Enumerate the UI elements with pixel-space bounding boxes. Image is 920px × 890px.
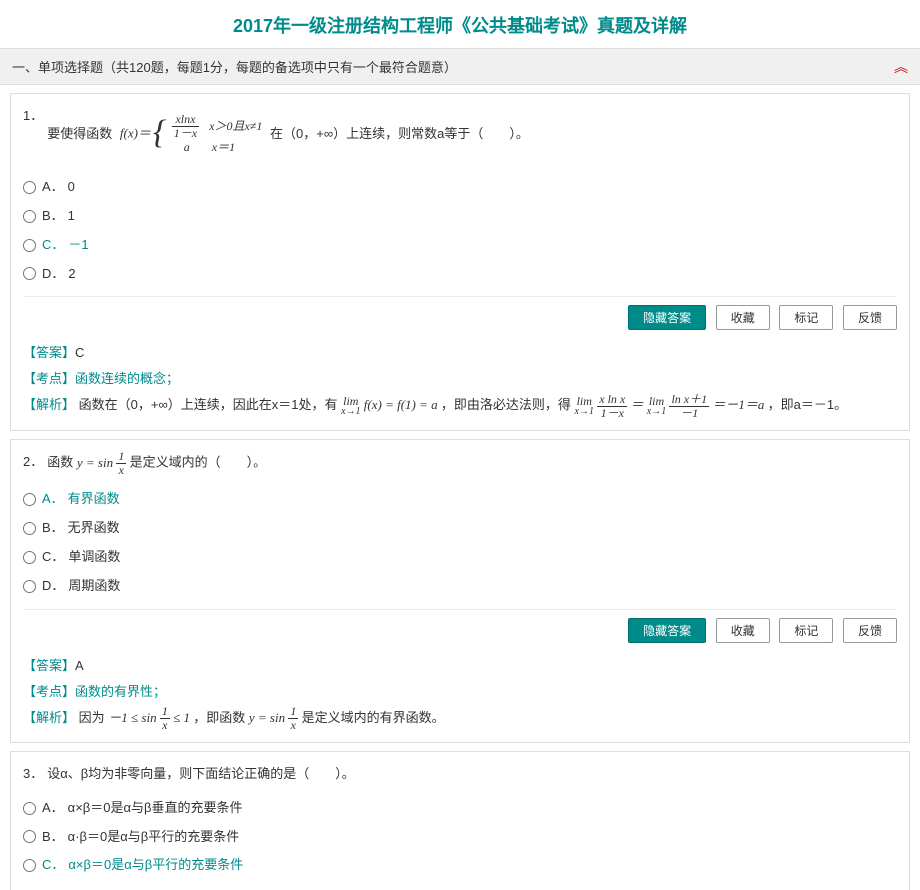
q1-optA-label: A． (42, 177, 64, 198)
q3-option-c[interactable]: C． α×β＝0是α与β平行的充要条件 (23, 851, 897, 880)
q2-option-b[interactable]: B． 无界函数 (23, 514, 897, 543)
q3-optA-text: α×β＝0是α与β垂直的充要条件 (68, 798, 243, 819)
q1-number: 1． (23, 104, 43, 127)
q1-radio-d[interactable] (23, 267, 36, 280)
q2-optA-text: 有界函数 (68, 489, 120, 510)
q2-optC-text: 单调函数 (68, 547, 120, 568)
q3-optA-label: A． (42, 798, 64, 819)
q2-stem: 2． 函数 y = sin 1x 是定义域内的（ ）。 (23, 450, 897, 477)
q1-answer-value: C (75, 345, 84, 360)
q3-radio-c[interactable] (23, 859, 36, 872)
q1-analysis-3: ，即a＝－1。 (768, 397, 847, 412)
q2-option-a[interactable]: A． 有界函数 (23, 485, 897, 514)
q2-stem-after: 是定义域内的（ ）。 (130, 455, 267, 470)
question-1: 1． 要使得函数 f(x)＝{ xlnx1－x x＞0且x≠1 a x＝1 在（… (10, 93, 910, 431)
q1-lim-formula-2: limx→1 x ln x1－x ＝ limx→1 ln x＋1－1 ＝－1＝a (575, 397, 768, 412)
q2-analysis-3: 是定义域内的有界函数。 (302, 710, 445, 725)
q3-stem: 3． 设α、β均为非零向量，则下面结论正确的是（ ）。 (23, 762, 897, 785)
q1-radio-c[interactable] (23, 239, 36, 252)
collapse-icon[interactable]: ︽ (894, 57, 908, 77)
q1-option-b[interactable]: B． 1 (23, 202, 897, 231)
section-heading-text: 一、单项选择题（共120题，每题1分，每题的备选项中只有一个最符合题意） (12, 60, 457, 75)
q1-optC-label: C． (42, 235, 64, 256)
q1-stem-after: 在（0，+∞）上连续，则常数a等于（ ）。 (270, 126, 529, 141)
q1-analysis-1: 函数在（0，+∞）上连续，因此在x＝1处，有 (79, 397, 338, 412)
q2-optA-label: A． (42, 489, 64, 510)
q3-stem-text: 设α、β均为非零向量，则下面结论正确的是（ ）。 (47, 762, 897, 785)
q1-optA-text: 0 (68, 177, 75, 198)
hide-answer-button[interactable]: 隐藏答案 (628, 618, 706, 643)
feedback-button[interactable]: 反馈 (843, 305, 897, 330)
q2-button-bar: 隐藏答案 收藏 标记 反馈 (23, 609, 897, 647)
q1-optD-text: 2 (68, 264, 75, 285)
q2-option-c[interactable]: C． 单调函数 (23, 543, 897, 572)
q3-number: 3． (23, 762, 43, 785)
q2-explanation: 【答案】A 【考点】函数的有界性； 【解析】 因为 －1 ≤ sin 1x ≤ … (23, 647, 897, 733)
q2-radio-d[interactable] (23, 580, 36, 593)
q1-option-c[interactable]: C． －1 (23, 231, 897, 260)
q1-button-bar: 隐藏答案 收藏 标记 反馈 (23, 296, 897, 334)
q2-optD-label: D． (42, 576, 64, 597)
q2-formula-2: y = sin 1x (249, 710, 302, 725)
q1-optB-label: B． (42, 206, 64, 227)
q2-number: 2． (23, 450, 43, 473)
q1-analysis-2: ，即由洛必达法则，得 (441, 397, 571, 412)
analysis-tag: 【解析】 (23, 397, 75, 412)
q1-fx-formula: f(x)＝{ xlnx1－x x＞0且x≠1 a x＝1 (120, 104, 263, 165)
section-header: 一、单项选择题（共120题，每题1分，每题的备选项中只有一个最符合题意） ︽ (0, 48, 920, 85)
q1-radio-b[interactable] (23, 210, 36, 223)
q2-formula: y = sin 1x (77, 455, 130, 470)
q2-answer-value: A (75, 658, 84, 673)
q2-analysis-1: 因为 (79, 710, 105, 725)
q2-radio-a[interactable] (23, 493, 36, 506)
q3-optB-label: B． (42, 827, 64, 848)
q2-radio-b[interactable] (23, 522, 36, 535)
q2-topic-link[interactable]: 函数的有界性； (75, 684, 166, 699)
q1-lim-formula-1: limx→1 f(x) = f(1) = a (341, 397, 441, 412)
q2-inequality: －1 ≤ sin 1x ≤ 1 (108, 710, 193, 725)
question-3: 3． 设α、β均为非零向量，则下面结论正确的是（ ）。 A． α×β＝0是α与β… (10, 751, 910, 890)
q1-radio-a[interactable] (23, 181, 36, 194)
q3-radio-b[interactable] (23, 830, 36, 843)
q1-optB-text: 1 (68, 206, 75, 227)
answer-tag: 【答案】 (23, 345, 75, 360)
mark-button[interactable]: 标记 (779, 305, 833, 330)
hide-answer-button[interactable]: 隐藏答案 (628, 305, 706, 330)
mark-button[interactable]: 标记 (779, 618, 833, 643)
q1-option-d[interactable]: D． 2 (23, 260, 897, 289)
q2-optC-label: C． (42, 547, 64, 568)
q3-radio-a[interactable] (23, 802, 36, 815)
q1-option-a[interactable]: A． 0 (23, 173, 897, 202)
q1-optC-text: －1 (68, 235, 88, 256)
q2-optB-label: B． (42, 518, 64, 539)
topic-tag: 【考点】 (23, 684, 75, 699)
favorite-button[interactable]: 收藏 (716, 618, 770, 643)
q3-option-b[interactable]: B． α·β＝0是α与β平行的充要条件 (23, 823, 897, 852)
q1-optD-label: D． (42, 264, 64, 285)
q1-stem-before: 要使得函数 (47, 126, 112, 141)
topic-tag: 【考点】 (23, 371, 75, 386)
q1-explanation: 【答案】C 【考点】函数连续的概念； 【解析】 函数在（0，+∞）上连续，因此在… (23, 334, 897, 420)
q2-option-d[interactable]: D． 周期函数 (23, 572, 897, 601)
page-title: 2017年一级注册结构工程师《公共基础考试》真题及详解 (0, 0, 920, 48)
q1-stem: 1． 要使得函数 f(x)＝{ xlnx1－x x＞0且x≠1 a x＝1 在（… (23, 104, 897, 165)
q3-optC-text: α×β＝0是α与β平行的充要条件 (68, 855, 243, 876)
question-2: 2． 函数 y = sin 1x 是定义域内的（ ）。 A． 有界函数 B． 无… (10, 439, 910, 743)
favorite-button[interactable]: 收藏 (716, 305, 770, 330)
feedback-button[interactable]: 反馈 (843, 618, 897, 643)
analysis-tag: 【解析】 (23, 710, 75, 725)
answer-tag: 【答案】 (23, 658, 75, 673)
q2-radio-c[interactable] (23, 551, 36, 564)
q3-option-a[interactable]: A． α×β＝0是α与β垂直的充要条件 (23, 794, 897, 823)
q2-stem-before: 函数 (47, 455, 73, 470)
q2-analysis-2: ，即函数 (193, 710, 245, 725)
q1-topic-link[interactable]: 函数连续的概念； (75, 371, 179, 386)
q3-optB-text: α·β＝0是α与β平行的充要条件 (68, 827, 240, 848)
q2-optD-text: 周期函数 (68, 576, 120, 597)
q2-optB-text: 无界函数 (68, 518, 120, 539)
q3-optC-label: C． (42, 855, 64, 876)
